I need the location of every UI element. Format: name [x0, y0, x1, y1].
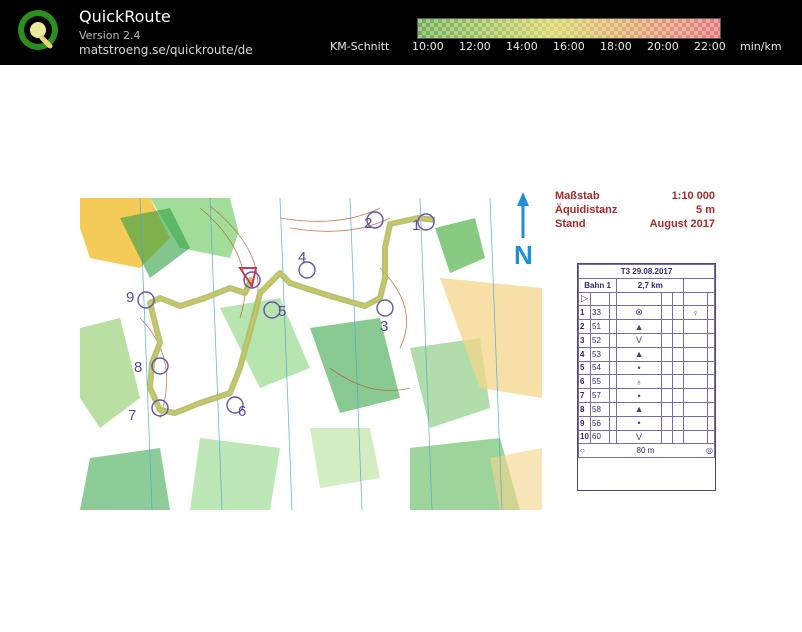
control-feature-symbol: ♁ [616, 374, 662, 390]
control-code: 33 [590, 305, 610, 321]
control-label: 1 [412, 217, 420, 234]
control-extra-symbol [683, 415, 708, 431]
control-code: 51 [590, 319, 610, 334]
control-label: 8 [134, 359, 142, 376]
control-number: 1 [578, 305, 591, 321]
control-code: 52 [590, 332, 610, 348]
control-code: 57 [590, 388, 610, 403]
control-row: 3 52 V [578, 332, 716, 348]
control-number: 5 [578, 360, 591, 376]
control-number: 2 [578, 319, 591, 334]
legend-tick: 22:00 [694, 40, 726, 53]
pace-gradient [418, 19, 720, 38]
control-extra-symbol [683, 401, 708, 417]
control-number: 8 [578, 401, 591, 417]
control-feature-symbol: V [616, 332, 662, 348]
scale-label: Maßstab [555, 190, 600, 202]
card-course: Bahn 1 [577, 277, 618, 293]
control-code: 53 [590, 346, 610, 362]
app-title: QuickRoute [79, 7, 171, 26]
control-label: 7 [128, 407, 136, 424]
control-code: 56 [590, 415, 610, 431]
control-label: 5 [278, 303, 286, 320]
control-extra-symbol [683, 319, 708, 334]
control-row: 4 53 ▲ [578, 346, 716, 362]
control-feature-symbol: ▲ [616, 401, 662, 417]
app-header: QuickRoute Version 2.4 matstroeng.se/qui… [0, 0, 802, 65]
control-label: 4 [298, 249, 306, 266]
app-version: Version 2.4 [79, 29, 141, 42]
control-row: 8 58 ▲ [578, 401, 716, 417]
finish-distance: 80 m [636, 446, 655, 456]
control-feature-symbol: • [616, 360, 662, 376]
control-row: 10 60 V [578, 429, 716, 445]
legend-tick: 18:00 [600, 40, 632, 53]
date-label: Stand [555, 218, 586, 230]
legend-tick: 16:00 [553, 40, 585, 53]
north-arrow-icon: N [514, 192, 533, 268]
app-url[interactable]: matstroeng.se/quickroute/de [79, 43, 253, 57]
control-extra-symbol [683, 374, 708, 390]
control-label: 2 [364, 215, 372, 232]
control-row: 2 51 ▲ [578, 319, 716, 334]
control-extra-symbol [683, 429, 708, 445]
date-value: August 2017 [649, 218, 715, 230]
card-event: T3 29.08.2017 [578, 264, 715, 279]
control-description-card: T3 29.08.2017 Bahn 1 2,7 km ▷ 1 33 ⊗ ♀ 2 51 ▲ 3… [577, 263, 716, 491]
control-feature-symbol: • [616, 415, 662, 431]
legend-tick: 14:00 [506, 40, 538, 53]
legend-tick: 20:00 [647, 40, 679, 53]
finish-circle-icon: ◎ [706, 446, 713, 456]
control-code: 55 [590, 374, 610, 390]
control-extra-symbol: ♀ [683, 305, 708, 321]
control-extra-symbol [683, 388, 708, 403]
control-row: 5 54 • [578, 360, 716, 376]
north-letter: N [514, 240, 533, 268]
control-code: 54 [590, 360, 610, 376]
control-feature-symbol: • [616, 388, 662, 403]
control-feature-symbol: ⊗ [616, 305, 662, 321]
quickroute-logo-icon [18, 10, 58, 50]
control-number: 10 [578, 429, 591, 445]
contour-label: Äquidistanz [555, 204, 618, 216]
control-row: 9 56 • [578, 415, 716, 431]
pace-unit: min/km [740, 40, 782, 53]
contour-value: 5 m [696, 204, 715, 216]
control-label: 3 [380, 318, 388, 335]
control-row: 1 33 ⊗ ♀ [578, 305, 716, 321]
map-info-block: Maßstab 1:10 000 Äquidistanz 5 m Stand Augu… [555, 190, 715, 232]
card-length: 2,7 km [616, 277, 685, 293]
control-feature-symbol: ▲ [616, 346, 662, 362]
control-number: 9 [578, 415, 591, 431]
control-number: 4 [578, 346, 591, 362]
legend-tick: 10:00 [412, 40, 444, 53]
control-extra-symbol [683, 346, 708, 362]
control-feature-symbol: V [616, 429, 662, 445]
scale-value: 1:10 000 [671, 190, 715, 202]
start-triangle-icon: ▷ [578, 291, 591, 307]
control-label: 9 [126, 289, 134, 306]
control-number: 7 [578, 388, 591, 403]
finish-circle-icon: ○ [580, 446, 585, 456]
control-code: 60 [590, 429, 610, 445]
control-row: 6 55 ♁ [578, 374, 716, 390]
control-row: 7 57 • [578, 388, 716, 403]
orienteering-map[interactable]: 1 2 3 4 5 6 7 8 9 [80, 198, 542, 510]
control-number: 3 [578, 332, 591, 348]
pace-color-legend [417, 18, 721, 39]
legend-tick: 12:00 [459, 40, 491, 53]
control-number: 6 [578, 374, 591, 390]
control-extra-symbol [683, 360, 708, 376]
control-code: 58 [590, 401, 610, 417]
pace-legend-label: KM-Schnitt [330, 40, 390, 53]
control-extra-symbol [683, 332, 708, 348]
control-label: 6 [238, 403, 246, 420]
control-feature-symbol: ▲ [616, 319, 662, 334]
